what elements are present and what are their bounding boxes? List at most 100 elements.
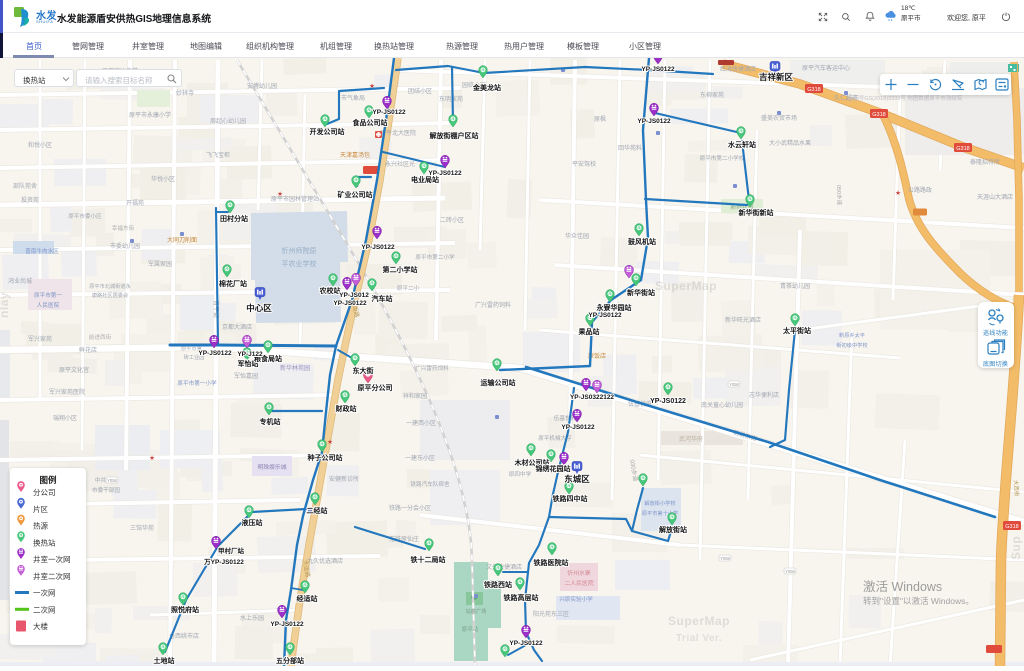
svg-text:G318: G318 <box>956 146 969 152</box>
svg-text:妙祥寺: 妙祥寺 <box>176 89 194 97</box>
svg-text:中心区: 中心区 <box>246 303 272 313</box>
svg-text:铁路西站: 铁路西站 <box>484 580 512 589</box>
svg-text:三馆华苑: 三馆华苑 <box>130 524 154 532</box>
svg-text:新华街站: 新华街站 <box>627 288 655 297</box>
svg-text:SuperMap: SuperMap <box>655 279 717 293</box>
svg-text:Y058: Y058 <box>729 382 739 387</box>
svg-text:明珠娱乐城: 明珠娱乐城 <box>258 463 287 471</box>
svg-text:市委干部园: 市委干部园 <box>92 486 120 494</box>
svg-text:井室二次网: 井室二次网 <box>33 571 71 581</box>
svg-text:五分部站: 五分部站 <box>276 656 304 665</box>
svg-text:团结小区: 团结小区 <box>408 87 432 95</box>
svg-text:原平市第二小学校: 原平市第二小学校 <box>700 154 745 162</box>
svg-text:YP-J122: YP-J122 <box>237 351 263 358</box>
svg-text:解放街小学校: 解放街小学校 <box>644 499 675 507</box>
svg-text:原平分公司: 原平分公司 <box>358 383 393 392</box>
svg-text:九久优选酒店: 九久优选酒店 <box>307 557 343 565</box>
svg-text:公路路政: 公路路政 <box>908 186 932 194</box>
svg-text:铁路四中站: 铁路四中站 <box>553 494 588 503</box>
svg-text:新原乡太平: 新原乡太平 <box>839 331 865 339</box>
svg-text:飞飞宝柜: 飞飞宝柜 <box>206 151 230 159</box>
svg-text:东大街: 东大街 <box>353 366 374 375</box>
svg-text:大同刀削面: 大同刀削面 <box>167 236 197 244</box>
svg-text:铁路一分会小区: 铁路一分会小区 <box>389 504 431 512</box>
svg-text:一建东小区: 一建东小区 <box>405 454 435 462</box>
svg-text:YP-JS0122: YP-JS0122 <box>637 118 671 125</box>
svg-text:YP-JS012: YP-JS012 <box>339 292 369 299</box>
svg-text:原平市永康小学: 原平市永康小学 <box>129 111 171 119</box>
svg-text:太平街站: 太平街站 <box>783 326 811 335</box>
svg-text:市委幼儿园: 市委幼儿园 <box>110 242 140 250</box>
svg-text:液压站: 液压站 <box>242 518 263 527</box>
svg-text:YP-JS0122: YP-JS0122 <box>641 66 675 73</box>
svg-text:永寮华园站: 永寮华园站 <box>596 303 632 312</box>
svg-text:平安驾校: 平安驾校 <box>572 160 596 168</box>
svg-text:安健新诊所: 安健新诊所 <box>329 475 359 483</box>
svg-text:二次网: 二次网 <box>33 605 56 615</box>
svg-text:志华便利店: 志华便利店 <box>749 391 779 399</box>
svg-text:安博幼儿园: 安博幼儿园 <box>247 82 277 90</box>
svg-text:新华旺光酒店: 新华旺光酒店 <box>725 316 761 324</box>
svg-text:铁路医院站: 铁路医院站 <box>534 558 569 567</box>
svg-text:和悦小区: 和悦小区 <box>28 141 52 149</box>
svg-text:专机站: 专机站 <box>260 417 281 426</box>
svg-text:泰隆招待所: 泰隆招待所 <box>970 158 1000 166</box>
svg-text:★: ★ <box>895 189 901 197</box>
svg-text:YP-JS0122: YP-JS0122 <box>372 109 406 116</box>
svg-text:Y058: Y058 <box>785 569 795 574</box>
svg-text:激活: 激活 <box>909 614 921 622</box>
svg-text:开福苑: 开福苑 <box>126 199 144 207</box>
svg-text:部队苑舍: 部队苑舍 <box>13 182 37 190</box>
svg-text:鼓风机站: 鼓风机站 <box>628 237 656 246</box>
svg-text:天涯山大酒店: 天涯山大酒店 <box>977 193 1013 201</box>
svg-text:广兴雷药饲料: 广兴雷药饲料 <box>475 301 511 309</box>
svg-text:军兴家苑医院: 军兴家苑医院 <box>49 388 85 396</box>
svg-text:G318: G318 <box>1005 524 1018 530</box>
svg-text:第二小学站: 第二小学站 <box>383 265 418 274</box>
svg-text:一建西小区: 一建西小区 <box>406 419 436 427</box>
svg-text:★: ★ <box>149 454 155 462</box>
svg-text:鸿业尚城: 鸿业尚城 <box>8 277 32 285</box>
svg-text:东明家苑: 东明家苑 <box>439 95 463 103</box>
svg-text:晋南牛肉水区: 晋南牛肉水区 <box>25 247 59 255</box>
svg-text:运输公司站: 运输公司站 <box>481 378 516 387</box>
svg-text:土地站: 土地站 <box>154 656 175 665</box>
svg-text:YP-JS0122: YP-JS0122 <box>561 424 595 431</box>
svg-text:人民医院: 人民医院 <box>37 301 60 309</box>
svg-text:军属家园: 军属家园 <box>148 260 172 268</box>
svg-text:新华林苑园: 新华林苑园 <box>280 364 310 372</box>
svg-text:幸福东街: 幸福东街 <box>112 224 135 232</box>
svg-text:锦绣花园站: 锦绣花园站 <box>536 464 571 473</box>
svg-text:开发公司站: 开发公司站 <box>310 127 345 136</box>
svg-text:SuperMap: SuperMap <box>668 614 730 628</box>
svg-text:投资苑: 投资苑 <box>21 196 39 204</box>
svg-text:水上乐园: 水上乐园 <box>240 614 264 622</box>
svg-text:阳光苑东三区: 阳光苑东三区 <box>533 610 569 618</box>
svg-text:鲜花店: 鲜花店 <box>79 346 97 354</box>
svg-text:瑞翔小区: 瑞翔小区 <box>53 414 77 422</box>
svg-text:广兴雷药饲料: 广兴雷药饲料 <box>415 364 449 372</box>
svg-text:万YP-JS0122: 万YP-JS0122 <box>203 558 244 566</box>
svg-text:军兴家苑: 军兴家苑 <box>28 335 52 343</box>
svg-text:祥和家园: 祥和家园 <box>403 392 427 400</box>
svg-text:原平市第一: 原平市第一 <box>34 291 62 299</box>
svg-text:武河华府: 武河华府 <box>679 435 703 443</box>
svg-text:忻州师院原: 忻州师院原 <box>282 246 317 255</box>
svg-text:原平二小: 原平二小 <box>397 284 420 292</box>
svg-text:青茶幼儿园: 青茶幼儿园 <box>780 282 810 290</box>
svg-text:铁十二局站: 铁十二局站 <box>411 555 446 564</box>
svg-text:Sup: Sup <box>1009 536 1023 560</box>
svg-text:东城区: 东城区 <box>564 474 590 484</box>
svg-text:原平市第一小学: 原平市第一小学 <box>177 379 217 387</box>
svg-text:果品站: 果品站 <box>579 327 600 336</box>
svg-text:财政站: 财政站 <box>335 404 357 413</box>
svg-text:审图号GS(2019)3333号 地图数据原平市测绘院: 审图号GS(2019)3333号 地图数据原平市测绘院 <box>848 94 963 102</box>
svg-text:东柳家苑: 东柳家苑 <box>700 91 724 99</box>
svg-text:G318: G318 <box>872 112 885 118</box>
svg-text:照悦府站: 照悦府站 <box>171 605 199 614</box>
svg-text:铁路汽车队宿舍: 铁路汽车队宿舍 <box>410 480 450 488</box>
svg-text:种子公司站: 种子公司站 <box>307 453 343 462</box>
svg-text:田村分站: 田村分站 <box>220 214 248 223</box>
svg-text:YP-JS0122: YP-JS0122 <box>509 640 543 647</box>
svg-text:井室一次网: 井室一次网 <box>33 554 71 564</box>
